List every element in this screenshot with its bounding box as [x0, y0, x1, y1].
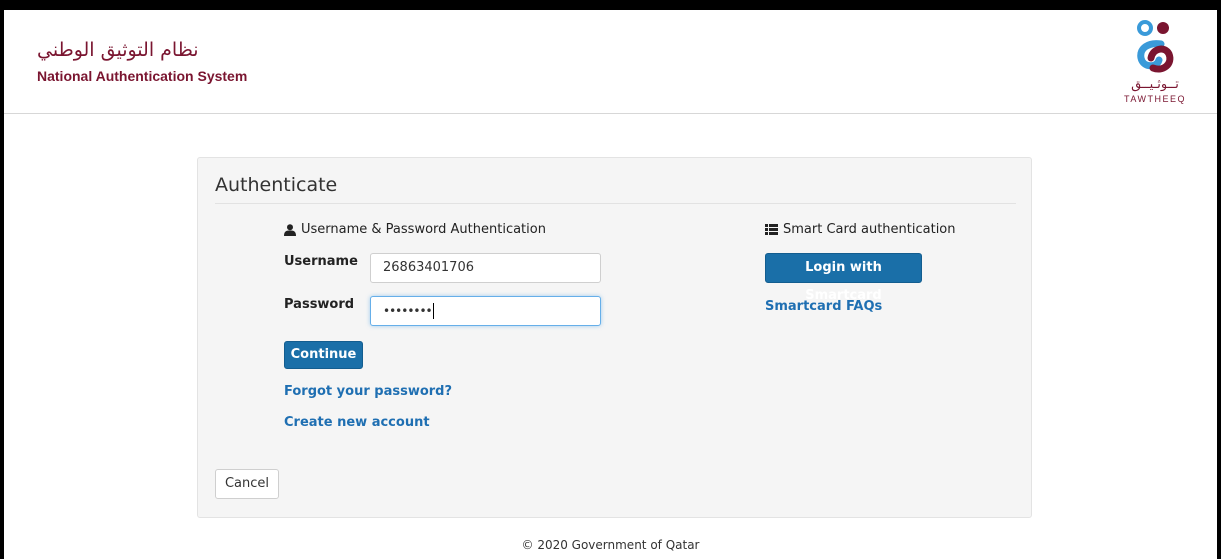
authenticate-panel: Authenticate Username & Password Authent…: [197, 157, 1032, 518]
panel-title: Authenticate: [215, 174, 338, 196]
system-name-english: National Authentication System: [37, 68, 248, 84]
userpass-heading-label: Username & Password Authentication: [301, 222, 546, 237]
username-label: Username: [284, 254, 358, 269]
tawtheeq-logo-icon: [1137, 20, 1174, 73]
password-masked-value: ••••••••: [383, 304, 433, 318]
username-value: 26863401706: [383, 260, 474, 275]
userpass-heading: Username & Password Authentication: [284, 222, 546, 237]
footer-copyright: © 2020 Government of Qatar: [521, 538, 700, 552]
username-input[interactable]: 26863401706: [370, 253, 601, 283]
login-smartcard-button[interactable]: Login with Smartcard: [765, 253, 922, 303]
browser-page: نظام التوثيق الوطني National Authenticat…: [4, 10, 1217, 559]
user-icon: [284, 223, 296, 236]
text-caret: [432, 303, 434, 319]
divider: [215, 203, 1016, 204]
list-icon: [765, 224, 778, 235]
smartcard-heading-label: Smart Card authentication: [783, 222, 956, 237]
create-account-link[interactable]: Create new account: [284, 415, 430, 430]
system-name-arabic: نظام التوثيق الوطني: [37, 39, 199, 61]
password-label: Password: [284, 297, 355, 312]
logo-text-english: TAWTHEEQ: [1124, 94, 1186, 104]
password-input[interactable]: ••••••••: [370, 296, 601, 326]
forgot-password-link[interactable]: Forgot your password?: [284, 384, 452, 399]
brand: نظام التوثيق الوطني National Authenticat…: [37, 38, 247, 84]
smartcard-heading: Smart Card authentication: [765, 222, 956, 237]
site-header: نظام التوثيق الوطني National Authenticat…: [4, 10, 1217, 114]
continue-button[interactable]: Continue: [284, 341, 363, 369]
logo-text-arabic: تــوثـيــق: [1131, 77, 1179, 92]
smartcard-faq-link[interactable]: Smartcard FAQs: [765, 299, 882, 314]
cancel-button[interactable]: Cancel: [215, 469, 279, 499]
tawtheeq-logo: تــوثـيــق TAWTHEEQ: [1121, 18, 1189, 108]
